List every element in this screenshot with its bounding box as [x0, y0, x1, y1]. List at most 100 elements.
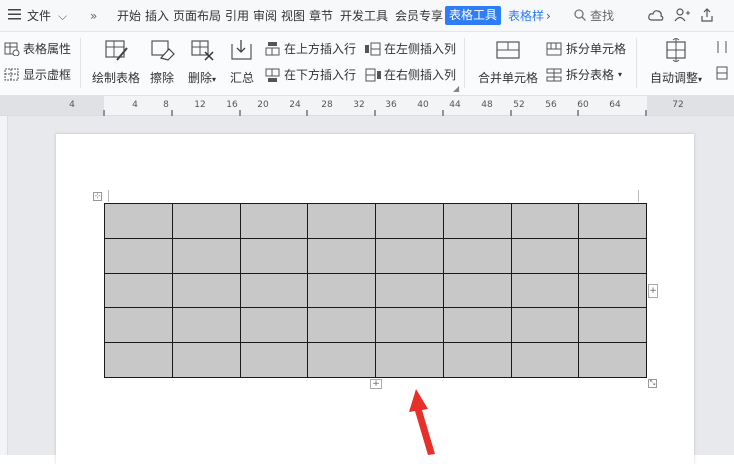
hamburger-icon[interactable] [8, 8, 22, 20]
insert-row-below-label: 在下方插入行 [284, 68, 357, 82]
table-cell[interactable] [171, 203, 241, 239]
table-cell[interactable] [578, 203, 647, 239]
table-cell[interactable] [510, 272, 580, 309]
insert-row-above-button[interactable]: 在上方插入行 [265, 40, 356, 57]
draw-table-button[interactable]: 绘制表格 [91, 38, 141, 86]
table-cell[interactable] [375, 307, 444, 344]
delete-label: 删除▾ [187, 71, 217, 85]
tab-page-layout[interactable]: 页面布局 [173, 8, 221, 24]
table-cell[interactable] [375, 237, 444, 274]
divider [464, 38, 465, 88]
add-column-button[interactable]: + [648, 284, 658, 298]
table-cell[interactable] [171, 272, 241, 309]
share-icon[interactable] [700, 8, 714, 24]
merge-cells-button[interactable]: 合并单元格 [476, 38, 540, 86]
table-cell[interactable] [104, 237, 173, 274]
erase-button[interactable]: 擦除 [148, 38, 176, 86]
cloud-icon[interactable] [648, 8, 664, 24]
ruler-tick: 20 [257, 100, 269, 110]
insert-col-left-button[interactable]: 在左侧插入列 [365, 40, 456, 57]
table-cell[interactable] [307, 272, 376, 309]
table-cell[interactable] [307, 203, 376, 239]
table-move-handle[interactable]: ⊹ [93, 192, 102, 201]
horizontal-ruler[interactable]: 4 4 8 12 16 20 24 28 32 36 40 44 48 52 5… [0, 96, 734, 116]
search-icon[interactable] [574, 9, 586, 21]
split-table-button[interactable]: 拆分表格 ▾ [546, 66, 622, 83]
table-cell[interactable] [104, 307, 173, 344]
table-cell[interactable] [375, 272, 444, 309]
chevron-down-icon[interactable]: ⌵ [58, 8, 67, 24]
table-properties-button[interactable]: 表格属性 [4, 40, 71, 57]
chevron-right-icon[interactable]: › [546, 8, 551, 24]
table-cell[interactable] [510, 203, 580, 239]
user-add-icon[interactable] [674, 8, 690, 24]
vertical-ruler[interactable] [0, 116, 8, 455]
ruler-tick: 8 [163, 100, 169, 110]
tab-insert[interactable]: 插入 [145, 8, 169, 24]
search-input[interactable]: 查找 [590, 8, 614, 24]
table-cell[interactable] [239, 307, 309, 344]
insert-col-right-button[interactable]: 在右侧插入列 [365, 66, 456, 83]
table-cell[interactable] [578, 342, 647, 378]
tab-references[interactable]: 引用 [225, 8, 249, 24]
table-cell[interactable] [510, 342, 580, 378]
table-cell[interactable] [239, 237, 309, 274]
table-cell[interactable] [510, 307, 580, 344]
table-cell[interactable] [104, 342, 173, 378]
auto-fit-button[interactable]: 自动调整▾ [646, 38, 706, 86]
table-cell[interactable] [104, 272, 173, 309]
table-cell[interactable] [239, 272, 309, 309]
table-cell[interactable] [442, 307, 512, 344]
tab-chapter[interactable]: 章节 [309, 8, 333, 24]
tab-view[interactable]: 视图 [281, 8, 305, 24]
table-cell[interactable] [307, 307, 376, 344]
table-cell[interactable] [307, 342, 376, 378]
table-cell[interactable] [375, 203, 444, 239]
split-table-icon [546, 68, 562, 81]
table-cell[interactable] [442, 237, 512, 274]
tab-table-style[interactable]: 表格样 [508, 8, 544, 24]
table-cell[interactable] [442, 203, 512, 239]
delete-button[interactable]: 删除▾ [185, 38, 219, 86]
tab-review[interactable]: 审阅 [253, 8, 277, 24]
table-cell[interactable] [510, 237, 580, 274]
ruler-tick: 52 [513, 100, 525, 110]
eraser-icon [151, 40, 175, 61]
table-resize-handle[interactable]: ⤡ [648, 379, 657, 388]
tab-member[interactable]: 会员专享 [395, 8, 443, 24]
table-cell[interactable] [578, 272, 647, 309]
table-cell[interactable] [578, 237, 647, 274]
expand-icon[interactable]: » [90, 8, 97, 24]
table-row [104, 237, 647, 274]
row-height-icon[interactable] [716, 66, 728, 80]
table-cell[interactable] [171, 307, 241, 344]
table-cell[interactable] [239, 203, 309, 239]
insert-row-below-button[interactable]: 在下方插入行 [265, 66, 356, 83]
column-width-icon[interactable] [716, 40, 728, 54]
split-cells-button[interactable]: 拆分单元格 [546, 40, 626, 57]
split-cells-label: 拆分单元格 [566, 42, 627, 56]
table-cell[interactable] [239, 342, 309, 378]
show-grid-button[interactable]: 显示虚框 [4, 66, 71, 83]
tab-developer[interactable]: 开发工具 [340, 8, 388, 24]
table-cell[interactable] [578, 307, 647, 344]
summary-button[interactable]: 汇总 [228, 38, 256, 86]
tab-table-tools[interactable]: 表格工具 [445, 6, 502, 25]
add-row-button[interactable]: + [370, 379, 382, 389]
data-table[interactable] [104, 203, 647, 378]
table-cell[interactable] [375, 342, 444, 378]
pencil-table-icon [105, 40, 128, 61]
margin-corner-mark [108, 190, 109, 202]
table-cell[interactable] [171, 342, 241, 378]
table-cell[interactable] [442, 272, 512, 309]
insert-col-left-label: 在左侧插入列 [384, 42, 457, 56]
grid-icon [4, 68, 19, 80]
file-menu[interactable]: 文件 [27, 8, 51, 24]
tab-start[interactable]: 开始 [117, 8, 141, 24]
dialog-launcher-icon[interactable]: ◢ [453, 84, 459, 93]
ruler-margin-left [0, 96, 104, 115]
table-cell[interactable] [104, 203, 173, 239]
table-cell[interactable] [307, 237, 376, 274]
table-cell[interactable] [171, 237, 241, 274]
table-cell[interactable] [442, 342, 512, 378]
